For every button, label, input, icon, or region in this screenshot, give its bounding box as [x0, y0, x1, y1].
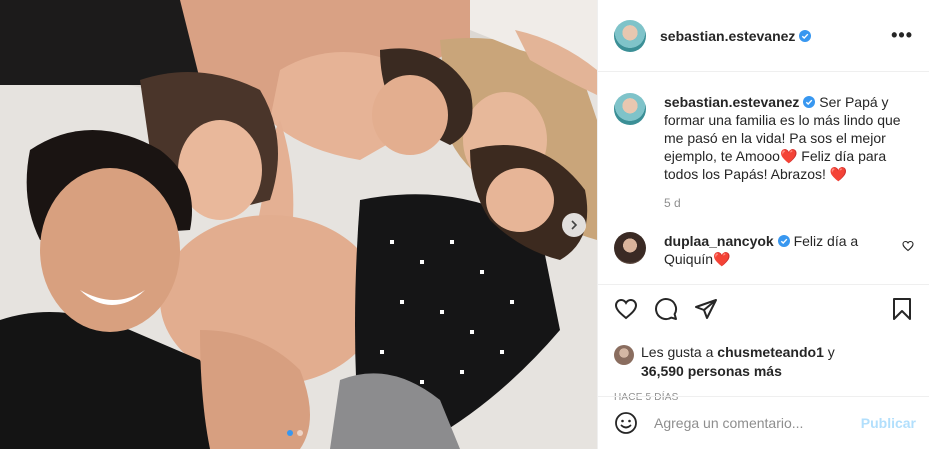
- caption-row: sebastian.estevanez Ser Papá y formar un…: [614, 93, 914, 183]
- post-actions: Les gusta a chusmeteando1 y 36,590 perso…: [598, 284, 929, 403]
- heart-icon[interactable]: [614, 297, 638, 321]
- author-username[interactable]: sebastian.estevanez: [660, 28, 812, 44]
- comment-icon[interactable]: [654, 297, 678, 321]
- caption-author-avatar[interactable]: [614, 93, 646, 125]
- liker-username[interactable]: chusmeteando1: [717, 344, 824, 360]
- post-header: sebastian.estevanez •••: [598, 0, 929, 72]
- comments-section: sebastian.estevanez Ser Papá y formar un…: [598, 73, 929, 283]
- add-comment-bar: Publicar: [598, 396, 929, 449]
- emoji-icon[interactable]: [614, 411, 638, 435]
- verified-badge-icon: [777, 235, 790, 247]
- comment-text: duplaa_nancyok Feliz día a Quiquín❤️: [664, 232, 879, 268]
- verified-badge-icon: [799, 29, 812, 42]
- publish-button[interactable]: Publicar: [861, 415, 916, 431]
- action-icons-bar: [614, 297, 914, 321]
- caption-age[interactable]: 5 d: [664, 196, 914, 210]
- carousel-next-button[interactable]: [562, 213, 586, 237]
- comment-input[interactable]: [654, 415, 861, 431]
- likes-prefix: Les gusta a: [641, 344, 714, 360]
- bookmark-icon[interactable]: [890, 297, 914, 321]
- caption-author-username[interactable]: sebastian.estevanez: [664, 94, 816, 110]
- chevron-right-icon: [571, 220, 578, 230]
- family-photo-image: [0, 0, 597, 449]
- verified-badge-icon: [803, 96, 816, 108]
- post-photo[interactable]: [0, 0, 597, 449]
- commenter-avatar[interactable]: [614, 232, 646, 264]
- share-icon[interactable]: [694, 297, 718, 321]
- caption-text: sebastian.estevanez Ser Papá y formar un…: [664, 93, 904, 183]
- likes-connector: y: [827, 344, 835, 360]
- more-options-icon[interactable]: •••: [891, 25, 913, 46]
- carousel-dot-2: [297, 430, 303, 436]
- likes-text: Les gusta a chusmeteando1 y 36,590 perso…: [641, 343, 835, 381]
- liker-avatar[interactable]: [614, 345, 634, 365]
- commenter-username[interactable]: duplaa_nancyok: [664, 233, 790, 249]
- carousel-indicator: [287, 430, 303, 436]
- carousel-dot-1: [287, 430, 293, 436]
- author-avatar[interactable]: [614, 19, 646, 52]
- likes-summary: Les gusta a chusmeteando1 y 36,590 perso…: [614, 343, 914, 381]
- comment-like-heart-icon[interactable]: [902, 240, 914, 252]
- likes-count[interactable]: 36,590 personas más: [641, 363, 782, 379]
- comment-row: duplaa_nancyok Feliz día a Quiquín❤️: [614, 232, 914, 268]
- post-side-panel: sebastian.estevanez ••• sebastian.esteva…: [597, 0, 929, 449]
